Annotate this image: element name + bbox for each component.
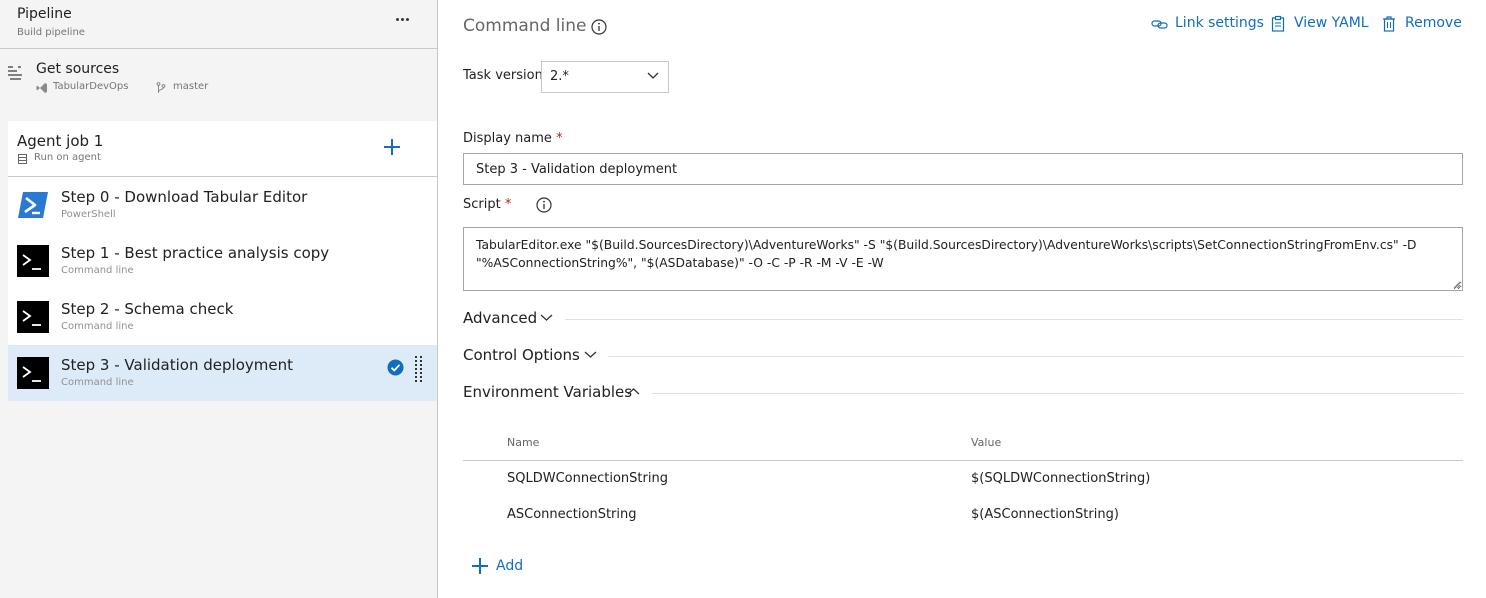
advanced-section-toggle[interactable]: Advanced — [463, 309, 1463, 331]
agent-job-header[interactable]: Agent job 1 Run on agent — [8, 121, 437, 177]
control-options-section-toggle[interactable]: Control Options — [463, 346, 1463, 368]
script-label: Script * — [463, 197, 511, 212]
pipeline-header[interactable]: Pipeline Build pipeline — [0, 0, 437, 49]
drag-handle-icon[interactable] — [414, 355, 424, 387]
section-divider — [609, 356, 1463, 357]
task-type: Command line — [61, 321, 134, 332]
link-icon — [1151, 20, 1168, 29]
table-row[interactable]: ASConnectionString $(ASConnectionString) — [463, 497, 1463, 533]
section-divider — [652, 393, 1463, 394]
command-line-icon — [17, 245, 49, 277]
task-list: Step 0 - Download Tabular Editor PowerSh… — [8, 177, 437, 401]
agent-job-title: Agent job 1 — [17, 132, 104, 150]
task-detail-title: Command line — [463, 16, 587, 36]
branch-icon — [156, 82, 166, 93]
agent-job-subtitle: Run on agent — [34, 152, 101, 163]
get-sources-icon — [8, 66, 22, 80]
display-name-label-text: Display name — [463, 131, 552, 146]
resize-grip-icon[interactable] — [1451, 279, 1461, 289]
remove-label: Remove — [1405, 15, 1462, 31]
env-var-name[interactable]: SQLDWConnectionString — [507, 471, 668, 486]
add-variable-button[interactable]: Add — [472, 555, 532, 577]
powershell-icon — [18, 192, 48, 218]
task-name: Step 2 - Schema check — [61, 300, 234, 318]
add-variable-label: Add — [496, 558, 524, 574]
checkmark-icon[interactable] — [387, 359, 404, 376]
more-options-icon[interactable] — [393, 8, 413, 28]
chevron-down-icon — [584, 351, 597, 358]
environment-variables-section-title: Environment Variables — [463, 383, 633, 401]
task-item[interactable]: Step 0 - Download Tabular Editor PowerSh… — [8, 177, 437, 233]
display-name-label: Display name * — [463, 131, 563, 146]
script-label-text: Script — [463, 197, 501, 212]
task-name: Step 1 - Best practice analysis copy — [61, 244, 330, 262]
task-item[interactable]: Step 1 - Best practice analysis copy Com… — [8, 233, 437, 289]
branch-name: master — [173, 81, 209, 92]
task-version-select[interactable]: 2.* — [541, 61, 669, 93]
pipeline-title: Pipeline — [17, 6, 72, 22]
task-name: Step 0 - Download Tabular Editor — [61, 188, 308, 206]
view-yaml-label: View YAML — [1294, 15, 1369, 31]
column-header-value: Value — [971, 436, 1002, 449]
info-icon[interactable] — [591, 19, 607, 35]
task-type: Command line — [61, 265, 134, 276]
get-sources-title: Get sources — [36, 61, 120, 77]
visual-studio-icon — [36, 83, 47, 93]
chevron-down-icon — [540, 314, 553, 321]
environment-variables-table: Name Value SQLDWConnectionString $(SQLDW… — [463, 428, 1463, 533]
pipeline-subtitle: Build pipeline — [17, 27, 85, 38]
task-version-value: 2.* — [550, 69, 569, 84]
pipeline-panel: Pipeline Build pipeline Get sources Tabu… — [0, 0, 438, 598]
script-line: "%ASConnectionString%", "$(ASDatabase)" … — [476, 256, 884, 270]
column-header-name: Name — [507, 436, 540, 449]
task-item[interactable]: Step 2 - Schema check Command line — [8, 289, 437, 345]
server-icon — [18, 154, 27, 164]
table-header: Name Value — [463, 428, 1463, 461]
repository-name: TabularDevOps — [53, 81, 129, 92]
task-item-selected[interactable]: Step 3 - Validation deployment Command l… — [8, 345, 437, 401]
trash-icon — [1383, 16, 1395, 32]
chevron-down-icon — [647, 72, 659, 79]
section-divider — [565, 319, 1463, 320]
add-task-button[interactable] — [383, 138, 401, 156]
control-options-section-title: Control Options — [463, 346, 580, 364]
environment-variables-section-toggle[interactable]: Environment Variables — [463, 383, 1463, 405]
info-icon[interactable] — [536, 197, 552, 213]
required-mark: * — [556, 131, 563, 146]
required-mark: * — [504, 197, 512, 212]
task-type: Command line — [61, 377, 134, 388]
table-row[interactable]: SQLDWConnectionString $(SQLDWConnectionS… — [463, 461, 1463, 497]
command-line-icon — [17, 357, 49, 389]
script-textarea[interactable]: TabularEditor.exe "$(Build.SourcesDirect… — [463, 227, 1463, 291]
task-type: PowerShell — [61, 209, 116, 220]
script-line: TabularEditor.exe "$(Build.SourcesDirect… — [476, 238, 1417, 252]
advanced-section-title: Advanced — [463, 309, 538, 327]
plus-icon — [472, 558, 488, 574]
env-var-name[interactable]: ASConnectionString — [507, 507, 637, 522]
task-version-label: Task version — [463, 68, 543, 83]
command-line-icon — [17, 301, 49, 333]
env-var-value[interactable]: $(ASConnectionString) — [971, 507, 1119, 522]
task-detail-panel: Command line Link settings View YAML Rem… — [439, 0, 1486, 598]
display-name-input[interactable] — [463, 153, 1463, 185]
link-settings-label: Link settings — [1175, 15, 1264, 31]
env-var-value[interactable]: $(SQLDWConnectionString) — [971, 471, 1150, 486]
chevron-up-icon — [627, 388, 640, 395]
task-name: Step 3 - Validation deployment — [61, 356, 293, 374]
clipboard-icon — [1271, 15, 1285, 32]
